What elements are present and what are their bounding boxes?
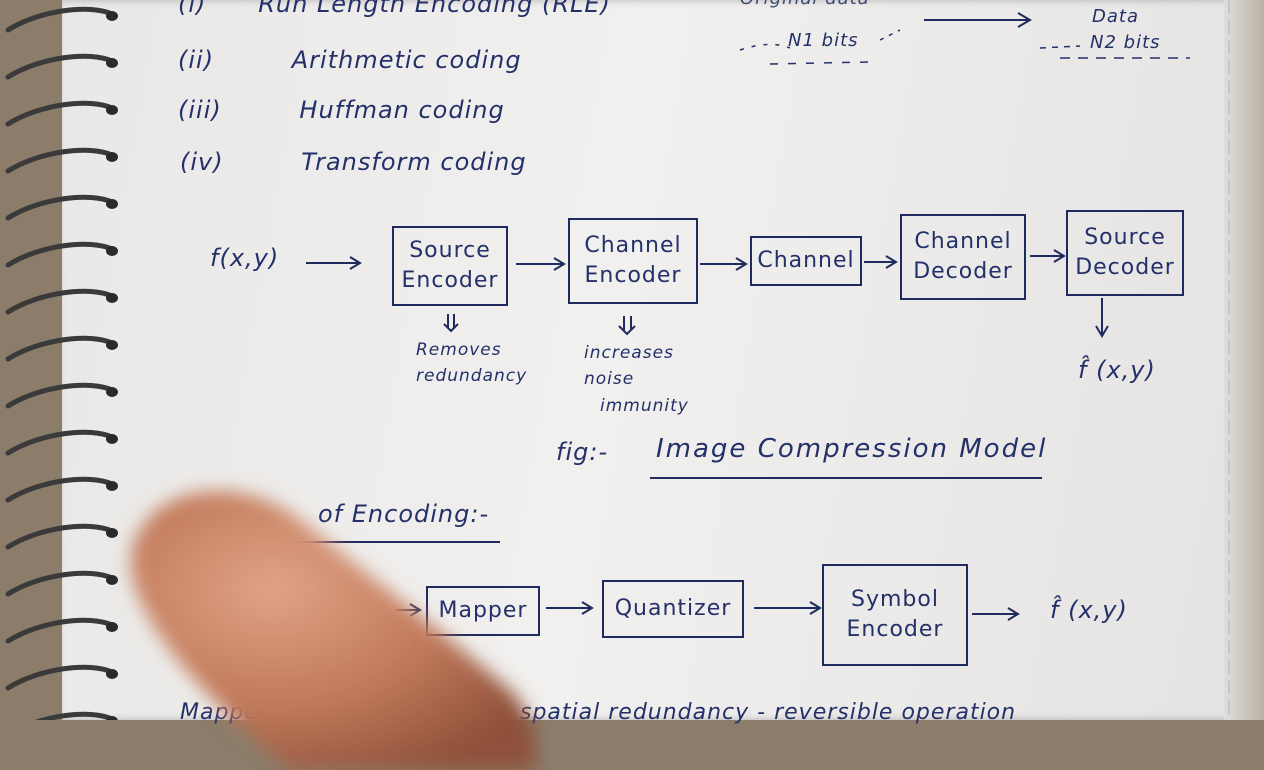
finger-occlusion [130,491,536,770]
symbol-encoder-box: Symbol Encoder [822,564,968,666]
note-noise: noise [584,369,635,390]
caption-title: Image Compression Model [656,434,1048,464]
caption-prefix: fig:- [556,438,609,466]
bottom-text-right: spatial redundancy - reversible operatio… [520,700,1017,725]
source-encoder-note: Removes redundancy [416,338,527,389]
model-output-label: f̂ (x,y) [1078,356,1156,384]
note-redundancy: redundancy [416,365,528,386]
symbol-encoder-line1: Symbol [851,587,939,613]
note-removes: Removes [416,340,502,360]
quantizer-box: Quantizer [602,580,744,638]
note-increases: increases [584,343,674,363]
channel-encoder-note: increases noise immunity [584,340,689,419]
quantizer-label: Quantizer [614,596,732,622]
symbol-encoder-line2: Encoder [846,617,944,642]
encoding-output-label: f̂ (x,y) [1050,596,1128,624]
note-immunity: immunity [600,395,689,416]
